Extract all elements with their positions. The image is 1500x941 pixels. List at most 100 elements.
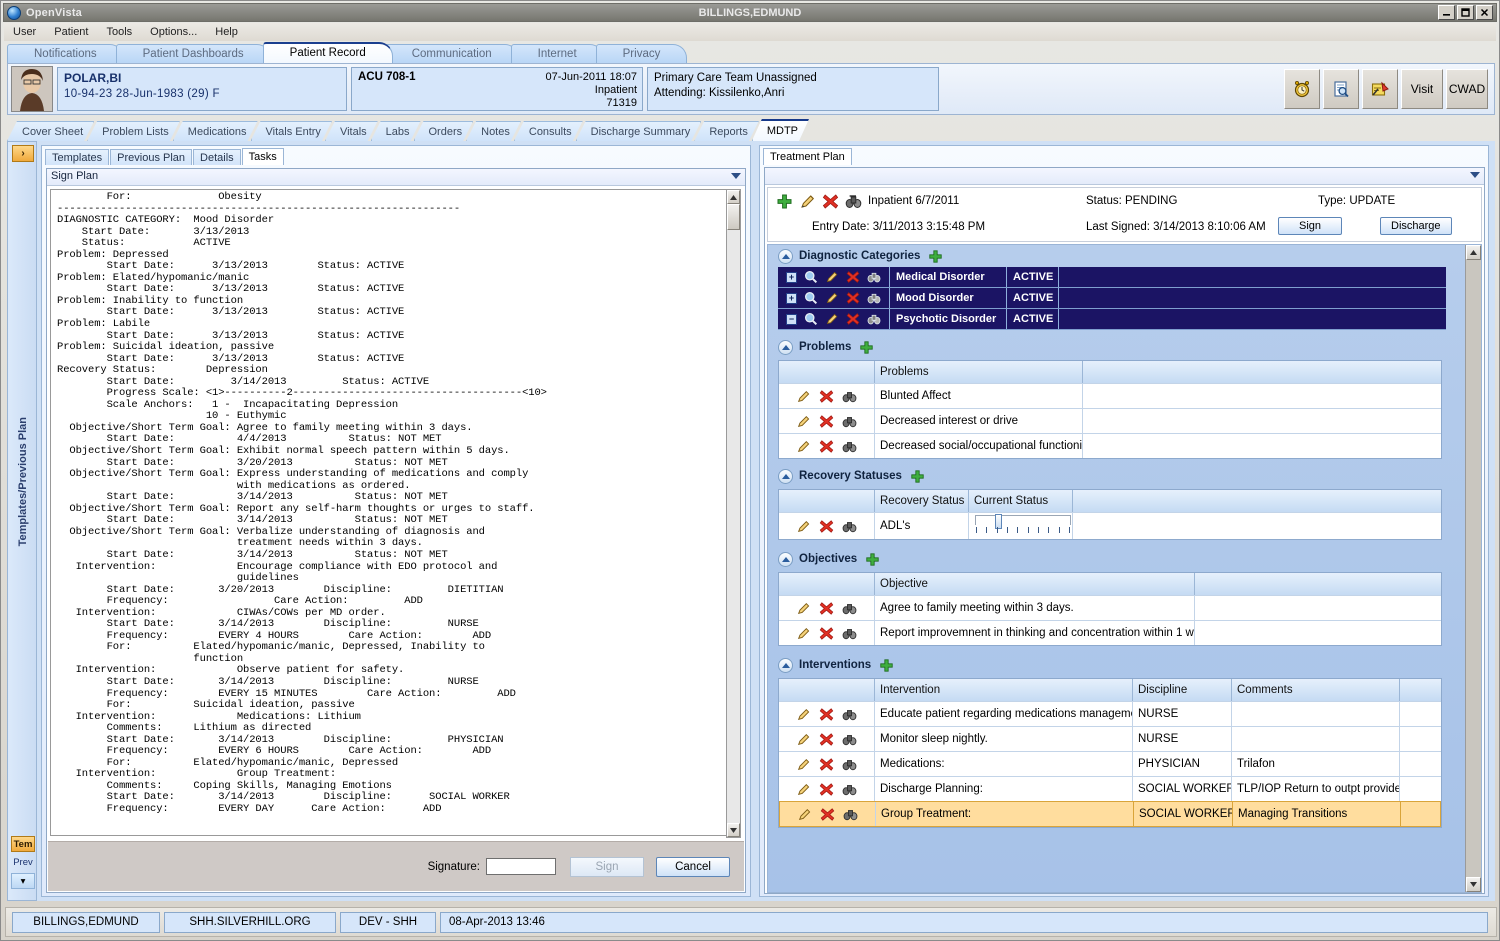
binoculars-icon[interactable] — [842, 707, 857, 722]
current-status-cell[interactable] — [969, 513, 1073, 539]
add-icon[interactable] — [776, 193, 793, 210]
sidebar-item-templates[interactable]: Tem — [11, 836, 35, 852]
tab-notifications[interactable]: Notifications — [7, 44, 124, 63]
delete-x-icon[interactable] — [819, 782, 834, 797]
tab-vitals-entry[interactable]: Vitals Entry — [251, 121, 332, 141]
delete-x-icon[interactable] — [819, 601, 834, 616]
collapse-icon[interactable]: − — [786, 313, 797, 325]
visit-button[interactable]: Visit — [1401, 69, 1443, 109]
collapse-chevron-up-icon[interactable] — [778, 551, 793, 567]
chevron-down-icon[interactable] — [731, 173, 741, 179]
scroll-down-icon[interactable] — [1466, 877, 1481, 892]
cancel-button[interactable]: Cancel — [656, 856, 730, 877]
tab-problem-lists[interactable]: Problem Lists — [87, 121, 180, 141]
signature-input[interactable] — [486, 858, 556, 875]
table-row[interactable]: − Psychotic Disorder ACTIVE — [778, 309, 1446, 330]
edit-pencil-icon[interactable] — [825, 312, 839, 326]
scrollbar-thumb[interactable] — [727, 204, 740, 230]
sidebar-expand-button[interactable]: › — [12, 145, 34, 162]
scroll-up-icon[interactable] — [727, 190, 740, 204]
table-row[interactable]: Agree to family meeting within 3 days. — [779, 595, 1441, 620]
edit-pencil-icon[interactable] — [796, 707, 811, 722]
table-row[interactable]: Monitor sleep nightly. NURSE — [779, 726, 1441, 751]
delete-x-icon[interactable] — [846, 291, 860, 305]
tab-tasks[interactable]: Tasks — [241, 148, 284, 165]
binoculars-icon[interactable] — [842, 757, 857, 772]
table-row[interactable]: Blunted Affect — [779, 383, 1441, 408]
tab-reports[interactable]: Reports — [694, 121, 759, 141]
menu-item-tools[interactable]: Tools — [97, 24, 141, 40]
tab-treatment-plan[interactable]: Treatment Plan — [763, 148, 852, 165]
tab-vitals[interactable]: Vitals — [325, 121, 378, 141]
binoculars-icon[interactable] — [842, 439, 857, 454]
sidebar-scroll-down-button[interactable]: ▾ — [11, 873, 35, 889]
menu-item-options[interactable]: Options... — [141, 24, 206, 40]
edit-pencil-icon[interactable] — [825, 270, 839, 284]
binoculars-icon[interactable] — [842, 782, 857, 797]
edit-pencil-icon[interactable] — [796, 414, 811, 429]
edit-pencil-icon[interactable] — [797, 807, 812, 822]
plan-discharge-button[interactable]: Discharge — [1380, 217, 1452, 235]
plan-sign-button[interactable]: Sign — [1278, 217, 1342, 235]
tab-templates[interactable]: Templates — [45, 149, 110, 165]
binoculars-icon[interactable] — [843, 807, 858, 822]
chevron-down-icon[interactable] — [1470, 172, 1480, 178]
table-row[interactable]: Decreased social/occupational functionin… — [779, 433, 1441, 458]
edit-pencil-icon[interactable] — [796, 389, 811, 404]
edit-pencil-icon[interactable] — [796, 732, 811, 747]
cwad-button[interactable]: CWAD — [1446, 69, 1488, 109]
table-row[interactable]: + — [778, 267, 1446, 288]
delete-x-icon[interactable] — [819, 519, 834, 534]
tab-patient-dashboards[interactable]: Patient Dashboards — [115, 44, 271, 63]
sidebar-item-previous-plan[interactable]: Prev — [11, 854, 35, 870]
scroll-up-icon[interactable] — [1466, 245, 1481, 260]
magnifier-icon[interactable] — [804, 270, 818, 284]
binoculars-icon[interactable] — [867, 312, 881, 326]
document-search-icon[interactable] — [1323, 69, 1359, 109]
delete-x-icon[interactable] — [819, 626, 834, 641]
add-recovery-status-icon[interactable] — [910, 469, 925, 484]
collapse-chevron-up-icon[interactable] — [778, 339, 793, 355]
table-row[interactable]: Educate patient regarding medications ma… — [779, 701, 1441, 726]
binoculars-icon[interactable] — [867, 291, 881, 305]
patient-identity[interactable]: POLAR,BI 10-94-23 28-Jun-1983 (29) F — [57, 67, 347, 111]
tab-medications[interactable]: Medications — [173, 121, 258, 141]
minimize-button[interactable] — [1438, 5, 1455, 20]
delete-x-icon[interactable] — [846, 312, 860, 326]
collapse-chevron-up-icon[interactable] — [778, 248, 793, 264]
expand-icon[interactable]: + — [786, 271, 797, 283]
tab-notes[interactable]: Notes — [466, 121, 521, 141]
binoculars-icon[interactable] — [842, 601, 857, 616]
edit-pencil-icon[interactable] — [825, 291, 839, 305]
table-row[interactable]: ADL's — [779, 512, 1441, 539]
add-problem-icon[interactable] — [859, 340, 874, 355]
maximize-button[interactable] — [1457, 5, 1474, 20]
table-row[interactable]: Report improvemnent in thinking and conc… — [779, 620, 1441, 645]
edit-pencil-icon[interactable] — [796, 601, 811, 616]
tab-mdtp[interactable]: MDTP — [752, 119, 809, 141]
tab-cover-sheet[interactable]: Cover Sheet — [7, 121, 94, 141]
menu-item-patient[interactable]: Patient — [45, 24, 97, 40]
edit-pencil-icon[interactable] — [796, 626, 811, 641]
add-intervention-icon[interactable] — [879, 658, 894, 673]
plan-text-scrollbar[interactable] — [726, 189, 741, 838]
edit-pencil-icon[interactable] — [796, 519, 811, 534]
delete-x-icon[interactable] — [819, 439, 834, 454]
table-row[interactable]: Medications: PHYSICIAN Trilafon — [779, 751, 1441, 776]
binoculars-icon[interactable] — [842, 389, 857, 404]
menu-item-help[interactable]: Help — [206, 24, 247, 40]
edit-pencil-icon[interactable] — [796, 757, 811, 772]
delete-x-icon[interactable] — [819, 389, 834, 404]
table-row[interactable]: Discharge Planning: SOCIAL WORKER TLP/IO… — [779, 776, 1441, 801]
collapse-chevron-up-icon[interactable] — [778, 657, 793, 673]
tab-orders[interactable]: Orders — [414, 121, 474, 141]
table-row[interactable]: Decreased interest or drive — [779, 408, 1441, 433]
table-row-selected[interactable]: Group Treatment: SOCIAL WORKER Managing … — [779, 801, 1441, 827]
binoculars-icon[interactable] — [867, 270, 881, 284]
delete-x-icon[interactable] — [820, 807, 835, 822]
tab-privacy[interactable]: Privacy — [595, 44, 688, 63]
expand-icon[interactable]: + — [786, 292, 797, 304]
tab-previous-plan[interactable]: Previous Plan — [110, 149, 193, 165]
alarm-clock-icon[interactable] — [1284, 69, 1320, 109]
delete-x-icon[interactable] — [819, 414, 834, 429]
